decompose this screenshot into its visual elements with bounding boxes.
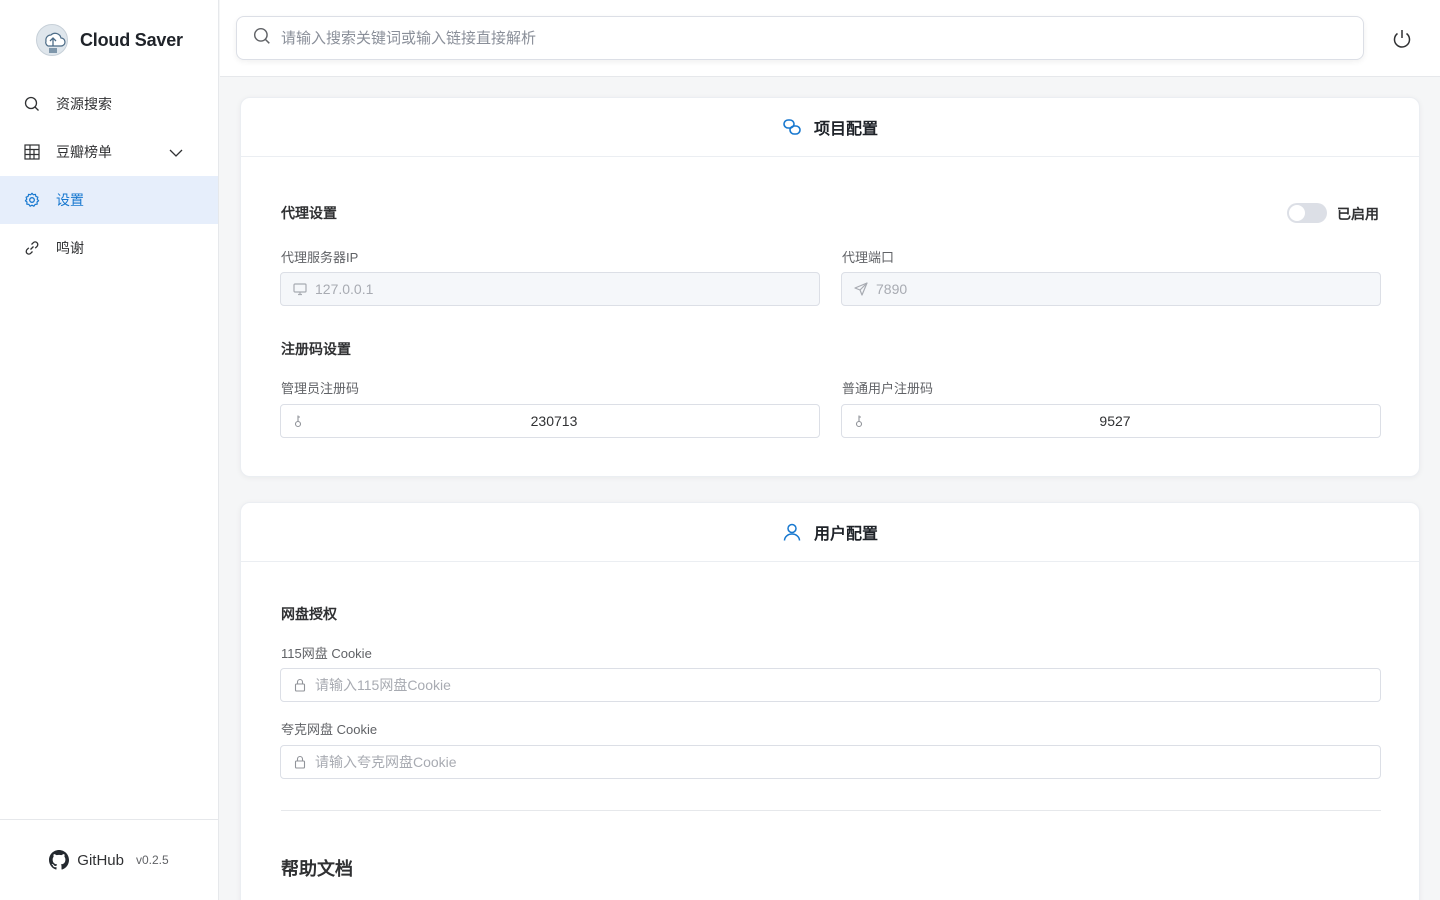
github-label: GitHub <box>77 851 124 869</box>
app-title: Cloud Saver <box>80 29 183 50</box>
search-input[interactable] <box>281 29 1363 47</box>
proxy-enable-toggle[interactable] <box>1287 203 1327 223</box>
proxy-port-value: 7890 <box>876 281 908 297</box>
card-header: 用户配置 <box>241 503 1419 562</box>
top-bar <box>220 0 1440 77</box>
proxy-port-field[interactable]: 7890 <box>841 272 1381 306</box>
cookie-115-label: 115网盘 Cookie <box>281 646 372 661</box>
sidebar-item-label: 资源搜索 <box>56 96 112 112</box>
sidebar-footer: GitHub v0.2.5 <box>0 819 218 900</box>
search-icon <box>24 96 40 112</box>
cookie-quark-input[interactable]: 请输入夸克网盘Cookie <box>280 745 1381 779</box>
version-label: v0.2.5 <box>135 853 169 867</box>
proxy-ip-value: 127.0.0.1 <box>315 281 374 297</box>
project-config-card: 项目配置 代理设置 已启用 代理服务器IP 127.0.0.1 代理端口 789… <box>240 97 1420 477</box>
brand[interactable]: Cloud Saver <box>36 22 183 58</box>
proxy-ip-label: 代理服务器IP <box>281 250 359 265</box>
gear-icon <box>24 192 40 208</box>
user-config-card: 用户配置 网盘授权 115网盘 Cookie 请输入115网盘Cookie 夸克… <box>240 502 1420 900</box>
sidebar: Cloud Saver 资源搜索 豆瓣榜单 设置 鸣谢 GitHub v0.2.… <box>0 0 219 900</box>
register-section-title: 注册码设置 <box>281 341 351 357</box>
user-code-value: 9527 <box>1099 413 1131 429</box>
cookie-115-placeholder: 请输入115网盘Cookie <box>315 677 451 693</box>
grid-icon <box>24 144 40 160</box>
key-icon <box>854 414 868 428</box>
sidebar-item-label: 豆瓣榜单 <box>56 144 112 160</box>
proxy-toggle-label: 已启用 <box>1337 206 1379 222</box>
admin-code-field[interactable]: 230713 <box>280 404 820 438</box>
divider <box>281 810 1381 811</box>
proxy-section-title: 代理设置 <box>281 205 337 221</box>
sidebar-item-douban[interactable]: 豆瓣榜单 <box>0 128 218 176</box>
sidebar-item-thanks[interactable]: 鸣谢 <box>0 224 218 272</box>
key-icon <box>293 414 307 428</box>
search-icon <box>253 27 271 50</box>
help-docs-title: 帮助文档 <box>281 859 353 879</box>
lock-icon <box>293 678 307 692</box>
admin-code-value: 230713 <box>530 413 578 429</box>
user-code-field[interactable]: 9527 <box>841 404 1381 438</box>
sidebar-item-settings[interactable]: 设置 <box>0 176 218 224</box>
sidebar-item-search[interactable]: 资源搜索 <box>0 80 218 128</box>
user-code-label: 普通用户注册码 <box>842 381 934 396</box>
cookie-115-input[interactable]: 请输入115网盘Cookie <box>280 668 1381 702</box>
github-link[interactable]: GitHub <box>49 850 124 870</box>
card-header: 项目配置 <box>241 98 1419 157</box>
proxy-port-label: 代理端口 <box>842 250 895 265</box>
chevron-down-icon[interactable] <box>168 145 184 164</box>
sidebar-item-label: 设置 <box>56 192 84 208</box>
sidebar-nav: 资源搜索 豆瓣榜单 设置 鸣谢 <box>0 80 218 272</box>
send-arrow-icon <box>854 282 868 296</box>
link-chain-icon <box>783 119 801 135</box>
lock-icon <box>293 755 307 769</box>
admin-code-label: 管理员注册码 <box>281 381 360 396</box>
app-logo <box>36 24 68 56</box>
user-icon <box>783 523 801 541</box>
monitor-icon <box>293 282 307 296</box>
link-icon <box>24 240 40 256</box>
logout-power-icon[interactable] <box>1390 27 1414 51</box>
card-title: 用户配置 <box>813 526 878 543</box>
card-title: 项目配置 <box>813 121 878 138</box>
search-box[interactable] <box>236 16 1364 60</box>
sidebar-item-label: 鸣谢 <box>56 240 84 256</box>
cookie-quark-placeholder: 请输入夸克网盘Cookie <box>315 754 457 770</box>
cookie-quark-label: 夸克网盘 Cookie <box>281 722 378 737</box>
netdisk-section-title: 网盘授权 <box>281 606 337 622</box>
proxy-ip-field[interactable]: 127.0.0.1 <box>280 272 820 306</box>
github-icon <box>49 850 70 870</box>
